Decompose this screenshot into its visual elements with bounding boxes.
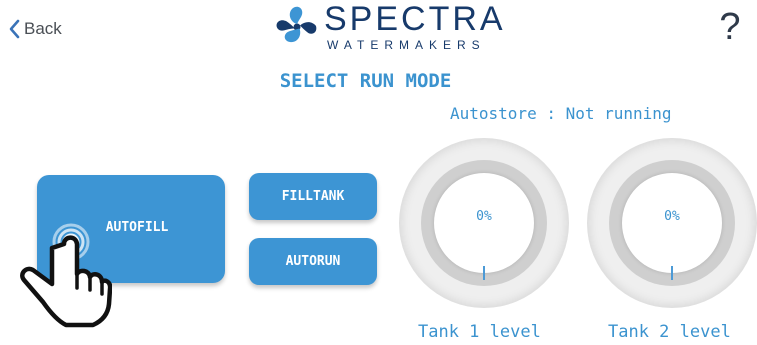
filltank-label: FILLTANK <box>281 189 345 204</box>
tank-1-needle <box>483 266 485 280</box>
filltank-button[interactable]: FILLTANK <box>249 173 377 220</box>
tank-2-label: Tank 2 level <box>608 322 731 342</box>
spectra-logo-icon <box>274 4 320 50</box>
tank-2-needle <box>671 266 673 280</box>
tank-1-level-value: 0% <box>476 209 492 224</box>
page-title: SELECT RUN MODE <box>279 70 452 92</box>
hand-pointer-icon <box>14 218 113 330</box>
autorun-label: AUTORUN <box>285 254 341 269</box>
tank-2-gauge-face: 0% <box>622 173 722 273</box>
back-label: Back <box>24 19 62 38</box>
tank-2-level-value: 0% <box>664 209 680 224</box>
tank-1-gauge-face: 0% <box>434 173 534 273</box>
spectra-logo: SPECTRA WATERMAKERS <box>274 0 506 54</box>
tank-1-label: Tank 1 level <box>418 322 541 342</box>
back-button[interactable]: Back <box>8 15 62 43</box>
autofill-label: AUTOFILL <box>105 219 169 235</box>
autostore-status: Autostore : Not running <box>450 104 672 123</box>
chevron-left-icon <box>8 19 20 39</box>
tank-1-gauge: 0% <box>399 138 569 308</box>
logo-wordmark: SPECTRA <box>324 0 506 38</box>
logo-subtitle: WATERMAKERS <box>327 38 486 52</box>
tank-2-gauge: 0% <box>587 138 757 308</box>
help-button[interactable]: ? <box>713 4 747 50</box>
autorun-button[interactable]: AUTORUN <box>249 238 377 285</box>
